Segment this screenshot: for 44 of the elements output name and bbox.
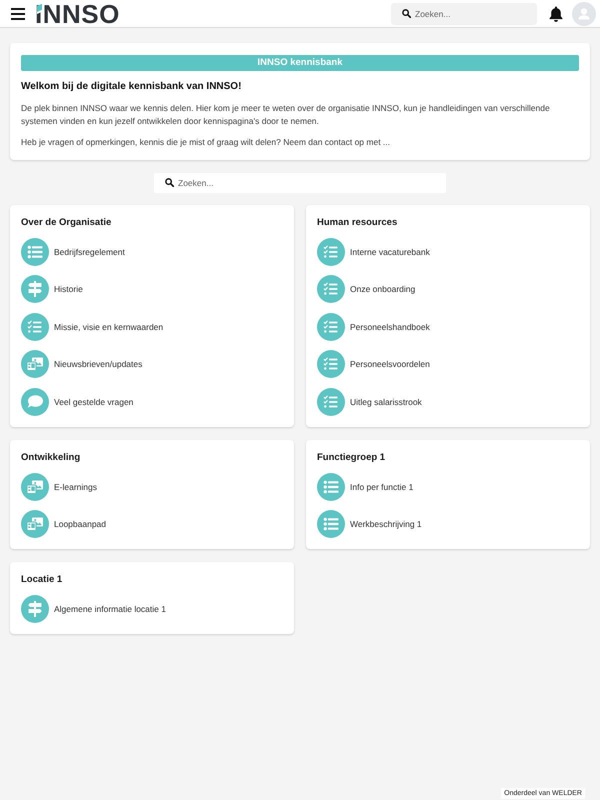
checklist-icon	[317, 350, 345, 378]
checklist-icon	[317, 238, 345, 266]
knowledge-link[interactable]: Bedrijfsregelement	[21, 238, 125, 266]
knowledge-link[interactable]: Loopbaanpad	[21, 510, 106, 538]
images-icon	[21, 350, 49, 378]
checklist-icon	[317, 275, 345, 303]
card-title: Over de Organisatie	[21, 216, 112, 228]
list-icon	[21, 238, 49, 266]
knowledge-link[interactable]: Algemene informatie locatie 1	[21, 595, 166, 623]
card-title: Human resources	[317, 216, 398, 228]
notification-bell-icon[interactable]	[549, 6, 563, 22]
knowledge-link[interactable]: Info per functie 1	[317, 472, 414, 500]
images-icon	[21, 472, 49, 500]
search-field[interactable]: Zoeken...	[391, 2, 537, 24]
card-title: Functiegroep 1	[317, 452, 386, 464]
images-icon	[21, 510, 49, 538]
speech-bubble-icon	[21, 388, 49, 416]
intro-paragraph: Heb je vragen of opmerkingen, kennis die je mist of graag wilt delen? Neem dan contact op met ...	[21, 136, 392, 148]
knowledge-link[interactable]: E-learnings	[21, 472, 97, 500]
knowledge-link[interactable]: Uitleg salarisstrook	[317, 388, 422, 416]
card-title: Ontwikkeling	[21, 452, 82, 464]
knowledge-link[interactable]: Historie	[21, 275, 83, 303]
intro-paragraph: De plek binnen INNSO waar we kennis delen. Hier kom je meer te weten over de organisatie INNSO, kun je handleidingen van verschillende systemen vinden en kun jezelf ontwikkelen door kennispagina's door te nemen.	[21, 102, 551, 127]
checklist-icon	[317, 388, 345, 416]
signpost-icon	[21, 275, 49, 303]
logo[interactable]: INNSO	[35, 0, 120, 26]
knowledge-link[interactable]: Nieuwsbrieven/updates	[21, 350, 142, 378]
knowledge-link[interactable]: Werkbeschrijving 1	[317, 510, 422, 538]
search-field[interactable]: Zoeken...	[154, 172, 446, 192]
knowledge-link[interactable]: Personeelsvoordelen	[317, 350, 430, 378]
checklist-icon	[317, 312, 345, 340]
list-icon	[317, 510, 345, 538]
knowledge-link[interactable]: Interne vacaturebank	[317, 238, 430, 266]
checklist-icon	[21, 312, 49, 340]
card-title: Locatie 1	[21, 574, 64, 586]
welcome-heading: Welkom bij de digitale kennisbank van INNSO!	[21, 81, 242, 93]
knowledge-link[interactable]: Missie, visie en kernwaarden	[21, 312, 164, 340]
list-icon	[317, 472, 345, 500]
knowledge-link[interactable]: Veel gestelde vragen	[21, 388, 134, 416]
menu-icon[interactable]	[11, 8, 25, 20]
knowledge-link[interactable]: Onze onboarding	[317, 275, 416, 303]
knowledge-link[interactable]: Personeelshandboek	[317, 312, 430, 340]
signpost-icon	[21, 595, 49, 623]
title-banner: INNSO kennisbank	[21, 55, 579, 71]
